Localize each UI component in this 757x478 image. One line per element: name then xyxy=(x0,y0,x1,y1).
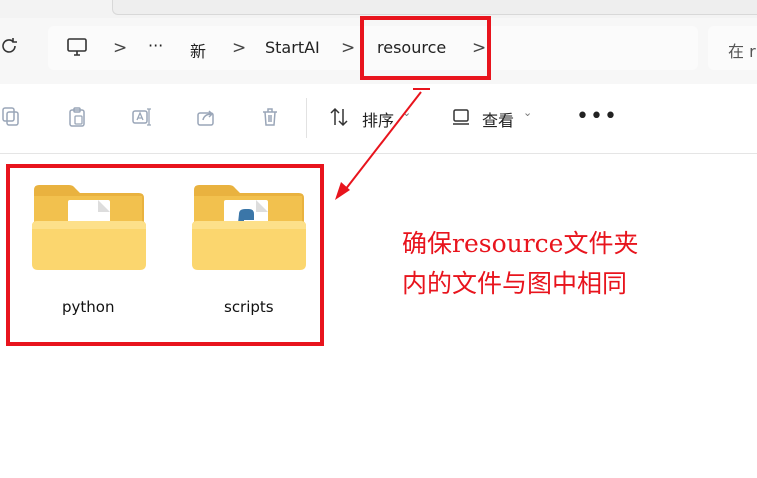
annotation-line-1: 确保resource文件夹 xyxy=(402,229,639,258)
annotation-line-2: 内的文件与图中相同 xyxy=(402,269,628,298)
annotation-text: 确保resource文件夹 内的文件与图中相同 xyxy=(402,224,732,304)
